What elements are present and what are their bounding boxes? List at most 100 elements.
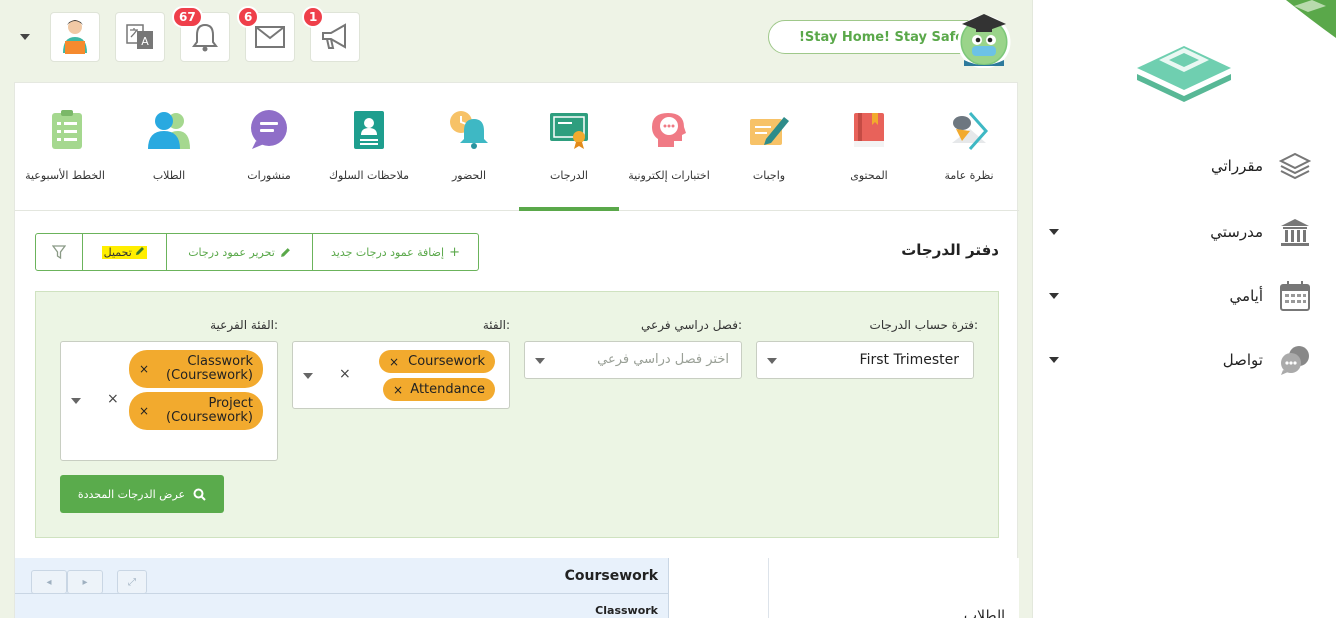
clear-all-icon[interactable]: × (107, 391, 119, 407)
add-column-label: إضافة عمود درجات جديد (331, 245, 445, 259)
plus-icon: + (449, 244, 460, 260)
load-button[interactable]: تحميل (82, 234, 166, 270)
sidebar-item-my-courses[interactable]: مقرراتي (1033, 146, 1336, 186)
envelope-icon (255, 26, 285, 48)
calendar-icon (1279, 280, 1311, 312)
sub-category-chip[interactable]: × Project (Coursework) (129, 392, 263, 430)
notifications-badge: 67 (172, 6, 203, 28)
chevron-down-icon[interactable] (1049, 229, 1059, 235)
filter-button[interactable] (36, 234, 82, 270)
school-building-icon (1279, 216, 1311, 248)
scroll-prev-button[interactable]: ◂ (31, 570, 67, 594)
scroll-next-button[interactable]: ▸ (67, 570, 103, 594)
expand-icon: ⤢ (128, 576, 136, 588)
posts-chat-icon (251, 110, 287, 149)
chevron-down-icon[interactable] (1049, 357, 1059, 363)
overview-icon (952, 112, 989, 150)
chevron-down-icon[interactable] (1049, 293, 1059, 299)
notifications-button[interactable]: 67 (172, 6, 230, 62)
chevron-right-icon: ▸ (82, 576, 88, 588)
sub-term-select[interactable]: اختر فصل دراسي فرعي (524, 341, 742, 379)
search-icon (193, 488, 206, 501)
tab-posts[interactable]: منشورات (219, 83, 319, 211)
column-group-header: Coursework (564, 568, 658, 584)
gradebook-toolbar: تحميل تحرير عمود درجات إضافة عمود درجات … (35, 233, 479, 271)
remove-chip-icon[interactable]: × (139, 362, 149, 376)
tab-e-tests[interactable]: اختبارات إلكترونية (619, 83, 719, 211)
assignment-pen-icon (750, 117, 789, 145)
chip-label: Project (Coursework) (129, 397, 263, 425)
chip-line2: (Coursework) (166, 410, 253, 425)
add-grade-column-button[interactable]: إضافة عمود درجات جديد + (312, 234, 478, 270)
remove-chip-icon[interactable]: × (393, 383, 403, 397)
sidebar-item-label: مقرراتي (1211, 157, 1263, 175)
tab-overview[interactable]: نظرة عامة (919, 83, 1019, 211)
column-subheader: Classwork (595, 604, 658, 617)
sub-category-chip[interactable]: × Classwork (Coursework) (129, 350, 263, 388)
chip-line2: (Coursework) (166, 368, 253, 383)
messages-button[interactable]: 6 (237, 6, 295, 62)
chevron-down-icon (303, 373, 313, 379)
grading-period-select[interactable]: First Trimester (756, 341, 974, 379)
sidebar: مقرراتي مدرستي أيامي تواصل (1032, 0, 1336, 618)
students-column: الطلاب (769, 558, 1019, 618)
tab-behavior-notes[interactable]: ملاحظات السلوك (319, 83, 419, 211)
book-icon (854, 113, 884, 147)
tab-label: ملاحظات السلوك (328, 169, 410, 182)
grades-grid: Coursework ◂ ▸ ⤢ Classwork الطلاب (15, 558, 1019, 618)
sidebar-item-communication[interactable]: تواصل (1033, 340, 1336, 380)
behavior-notes-icon (354, 111, 384, 149)
tab-grades[interactable]: الدرجات (519, 83, 619, 211)
sub-category-multiselect[interactable]: × × Classwork (Coursework) × Project (Co… (60, 341, 278, 461)
announcements-button[interactable]: 1 (302, 6, 360, 62)
filter-funnel-icon (52, 245, 66, 259)
course-panel: نظرة عامة المحتوى واجبات اختبارات إلكترو… (14, 82, 1019, 618)
show-selected-grades-button[interactable]: عرض الدرجات المحددة (60, 475, 224, 513)
tab-students[interactable]: الطلاب (119, 83, 219, 211)
gradebook-filters: فترة حساب الدرجات: First Trimester فصل د… (35, 291, 999, 538)
attendance-bell-icon (450, 111, 488, 149)
tab-label: واجبات (752, 169, 786, 182)
gradebook-title: دفتر الدرجات (901, 241, 999, 259)
profile-button[interactable] (50, 12, 100, 62)
sidebar-item-label: أيامي (1229, 287, 1263, 305)
sidebar-item-label: مدرستي (1210, 223, 1263, 241)
sidebar-item-my-school[interactable]: مدرستي (1033, 212, 1336, 252)
grading-period-value: First Trimester (859, 352, 959, 368)
tab-label: المحتوى (850, 169, 888, 182)
clear-all-icon[interactable]: × (339, 366, 351, 382)
expand-button[interactable]: ⤢ (117, 570, 147, 594)
grid-subheader-row: Classwork (15, 594, 669, 618)
tab-weekly-plans[interactable]: الخطط الأسبوعية (15, 83, 115, 211)
course-tabs: نظرة عامة المحتوى واجبات اختبارات إلكترو… (15, 83, 1019, 211)
tab-attendance[interactable]: الحضور (419, 83, 519, 211)
tab-label: منشورات (247, 169, 291, 182)
category-multiselect[interactable]: × × Coursework × Attendance (292, 341, 510, 409)
load-text: تحميل (103, 245, 132, 259)
corner-ribbon-icon (1286, 0, 1336, 38)
chevron-down-icon (71, 398, 81, 404)
remove-chip-icon[interactable]: × (389, 355, 399, 369)
language-button[interactable]: A (115, 12, 165, 62)
load-label: تحميل (101, 245, 148, 259)
sidebar-item-my-days[interactable]: أيامي (1033, 276, 1336, 316)
svg-text:A: A (141, 35, 149, 48)
grading-period-label: فترة حساب الدرجات: (869, 318, 978, 332)
tab-label: اختبارات إلكترونية (628, 169, 710, 182)
grid-header-row: Coursework ◂ ▸ ⤢ (15, 558, 669, 594)
user-avatar-icon (63, 20, 87, 54)
grades-certificate-icon (550, 113, 588, 149)
profile-dropdown-caret-icon[interactable] (20, 34, 30, 40)
remove-chip-icon[interactable]: × (139, 404, 149, 418)
translate-icon: A (126, 24, 153, 49)
tab-assignments[interactable]: واجبات (719, 83, 819, 211)
category-chip[interactable]: × Coursework (379, 350, 495, 373)
category-chip[interactable]: × Attendance (383, 378, 495, 401)
grid-column (669, 558, 769, 618)
pencil-icon (136, 246, 145, 255)
tab-label: الدرجات (549, 169, 588, 182)
tab-content[interactable]: المحتوى (819, 83, 919, 211)
edit-grade-column-button[interactable]: تحرير عمود درجات (166, 234, 312, 270)
sub-term-label: فصل دراسي فرعي: (641, 318, 742, 332)
chevron-left-icon: ◂ (46, 576, 52, 588)
